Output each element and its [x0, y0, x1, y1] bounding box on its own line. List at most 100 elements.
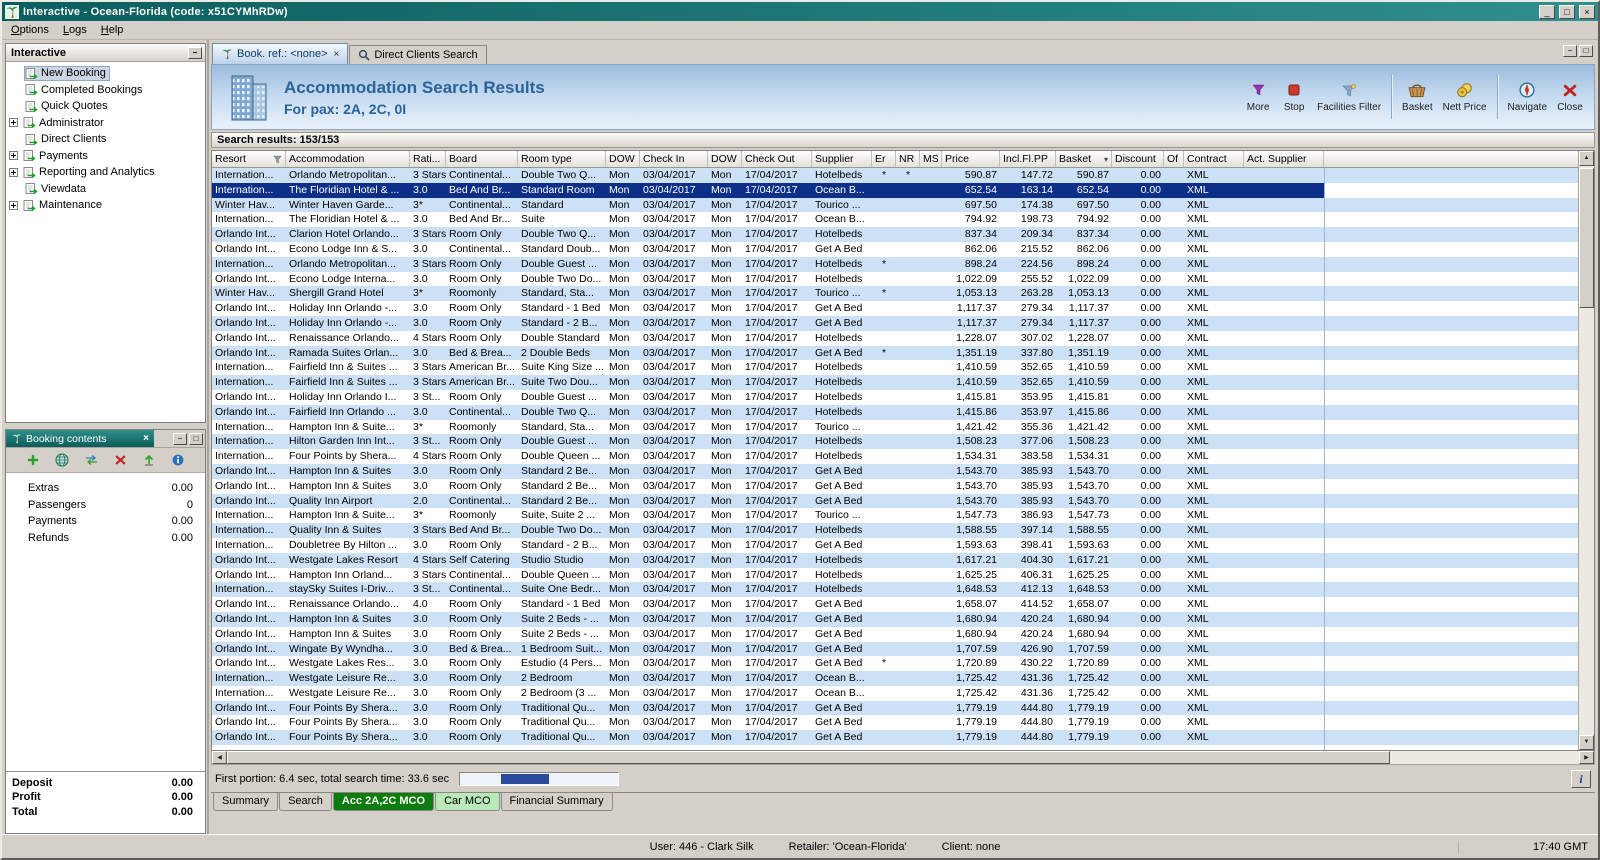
bottom-tab-car-mco[interactable]: Car MCO [435, 793, 500, 811]
close-window-button[interactable]: × [1579, 4, 1595, 19]
sidebar-item-maintenance[interactable]: Maintenance [6, 197, 205, 214]
bottom-tab-financial-summary[interactable]: Financial Summary [500, 793, 613, 811]
table-row[interactable]: Internation... Hampton Inn & Suite... 3* Ro… [212, 419, 1578, 435]
table-row[interactable]: Orlando Int... Clarion Hotel Orlando... 3 … [212, 227, 1578, 242]
table-row[interactable]: Orlando Int... Renaissance Orlando... 4.0 R… [212, 597, 1578, 612]
table-row[interactable]: Internation... Westgate Leisure Re... 3.0 R… [212, 671, 1578, 686]
table-row[interactable]: Orlando Int... Econo Lodge Inn & S... 3.0 C… [212, 241, 1578, 257]
column-header-price[interactable]: Price [942, 151, 1000, 167]
booking-item-payments[interactable]: Payments 0.00 [6, 513, 205, 530]
transfer-button[interactable] [82, 451, 100, 469]
column-header-rating[interactable]: Rati... [410, 151, 446, 167]
table-row[interactable]: Internation... Fairfield Inn & Suites ...… [212, 375, 1578, 390]
horizontal-scrollbar[interactable]: ◀ ▶ [211, 751, 1595, 765]
table-row[interactable]: Orlando Int... Holiday Inn Orlando I... 3 … [212, 389, 1578, 405]
table-row[interactable]: Orlando Int... Westgate Lakes Res... 3.0 Ro… [212, 656, 1578, 672]
sidebar-item-viewdata[interactable]: Viewdata [6, 181, 205, 198]
column-header-supplier[interactable]: Supplier [812, 151, 872, 167]
column-header-of[interactable]: Of [1164, 151, 1184, 167]
table-row[interactable]: Internation... The Floridian Hotel & ... 3… [212, 212, 1578, 228]
menu-logs[interactable]: Logs [56, 22, 94, 38]
expand-icon[interactable] [9, 167, 18, 177]
vertical-scroll-thumb[interactable] [1579, 168, 1594, 308]
table-row[interactable]: Orlando Int... Hampton Inn Orland... 3 Sta… [212, 567, 1578, 583]
tab-close-icon[interactable]: × [334, 49, 340, 60]
table-row[interactable]: Internation... The Floridian Hotel & ... 3… [212, 182, 1578, 198]
table-row[interactable]: Orlando Int... Westgate Lakes Resort 4 Sta… [212, 552, 1578, 568]
table-row[interactable]: Internation... Hilton Garden Inn Int... 3 … [212, 434, 1578, 450]
booking-minimize-button[interactable]: − [173, 432, 187, 445]
horizontal-scroll-thumb[interactable] [227, 751, 1390, 764]
item-info-button[interactable] [169, 451, 187, 469]
sidebar-item-quick-quotes[interactable]: Quick Quotes [6, 98, 205, 115]
info-button[interactable]: i [1571, 770, 1591, 788]
toolbar-button-basket[interactable]: Basket [1397, 77, 1438, 117]
world-button[interactable] [53, 451, 71, 469]
bottom-tab-search[interactable]: Search [279, 793, 332, 811]
table-row[interactable]: Winter Hav... Shergill Grand Hotel 3* Roomo… [212, 286, 1578, 302]
column-header-basket[interactable]: Basket ▾ [1056, 151, 1112, 167]
booking-contents-tab[interactable]: Booking contents × [6, 430, 154, 447]
column-header-discount[interactable]: Discount [1112, 151, 1164, 167]
expand-icon[interactable] [9, 118, 18, 128]
table-row[interactable]: Orlando Int... Renaissance Orlando... 4 St… [212, 330, 1578, 346]
table-row[interactable]: Internation... Four Points by Shera... 4 S… [212, 449, 1578, 464]
sidebar-item-direct-clients[interactable]: Direct Clients [6, 131, 205, 148]
mdi-restore-button[interactable]: □ [1579, 45, 1593, 57]
column-header-resort[interactable]: Resort [212, 151, 286, 167]
column-header-dow_out[interactable]: DOW [708, 151, 742, 167]
column-header-board[interactable]: Board [446, 151, 518, 167]
table-row[interactable]: Orlando Int... Hampton Inn & Suites 3.0 Roo… [212, 626, 1578, 642]
column-header-nr[interactable]: NR [896, 151, 920, 167]
column-header-contract[interactable]: Contract [1184, 151, 1244, 167]
table-row[interactable]: Orlando Int... Wingate By Wyndha... 3.0 Bed… [212, 641, 1578, 657]
booking-restore-button[interactable]: □ [189, 432, 203, 445]
column-header-dow_in[interactable]: DOW [606, 151, 640, 167]
column-header-act_supplier[interactable]: Act. Supplier [1244, 151, 1324, 167]
bottom-tab-summary[interactable]: Summary [213, 793, 279, 811]
delete-item-button[interactable] [111, 451, 129, 469]
expand-icon[interactable] [9, 200, 18, 210]
vertical-scrollbar[interactable]: ▲ ▼ [1578, 151, 1594, 750]
minimize-button[interactable]: _ [1539, 4, 1555, 19]
toolbar-button-more[interactable]: More [1240, 77, 1276, 117]
upload-button[interactable] [140, 451, 158, 469]
sidebar-item-completed-bookings[interactable]: Completed Bookings [6, 82, 205, 99]
column-header-er[interactable]: Er [872, 151, 896, 167]
table-row[interactable]: Orlando Int... Econo Lodge Interna... 3.0 R… [212, 271, 1578, 287]
add-item-button[interactable] [24, 451, 42, 469]
table-row[interactable]: Orlando Int... Four Points By Shera... 3.0… [212, 730, 1578, 746]
vertical-scroll-track[interactable] [1579, 166, 1594, 735]
close-booking-contents-icon[interactable]: × [143, 433, 149, 444]
mdi-minimize-button[interactable]: − [1563, 45, 1577, 57]
scroll-right-button[interactable]: ▶ [1579, 751, 1594, 764]
column-header-incl_fl_pp[interactable]: Incl.Fl.PP [1000, 151, 1056, 167]
column-header-ms[interactable]: MS [920, 151, 942, 167]
table-row[interactable]: Internation... staySky Suites I-Driv... 3 … [212, 582, 1578, 598]
menu-options[interactable]: Options [4, 22, 56, 38]
table-row[interactable]: Orlando Int... Four Points By Shera... 3.0… [212, 715, 1578, 731]
booking-item-passengers[interactable]: Passengers 0 [6, 497, 205, 514]
scroll-left-button[interactable]: ◀ [212, 751, 227, 764]
scroll-up-button[interactable]: ▲ [1579, 151, 1594, 166]
table-row[interactable]: Orlando Int... Hampton Inn & Suites 3.0 Roo… [212, 463, 1578, 479]
column-header-room_type[interactable]: Room type [518, 151, 606, 167]
doc-tab-book-ref-none[interactable]: Book. ref.: <none> × [212, 43, 349, 64]
doc-tab-direct-clients-search[interactable]: Direct Clients Search [349, 45, 487, 64]
table-row[interactable]: Winter Hav... Winter Haven Garde... 3* Cont… [212, 197, 1578, 213]
menu-help[interactable]: Help [94, 22, 131, 38]
table-row[interactable]: Orlando Int... Ramada Suites Orlan... 3.0 B… [212, 345, 1578, 361]
maximize-button[interactable]: □ [1559, 4, 1575, 19]
table-row[interactable]: Orlando Int... Holiday Inn Orlando -... 3.… [212, 301, 1578, 316]
table-row[interactable]: Orlando Int... Holiday Inn Orlando -... 3.… [212, 315, 1578, 331]
table-row[interactable]: Internation... Orlando Metropolitan... 3 S… [212, 168, 1578, 183]
toolbar-button-stop[interactable]: Stop [1276, 77, 1312, 117]
table-row[interactable]: Orlando Int... Fairfield Inn Orlando ... 3… [212, 404, 1578, 420]
booking-item-refunds[interactable]: Refunds 0.00 [6, 530, 205, 547]
table-row[interactable]: Orlando Int... Hampton Inn & Suites 3.0 Roo… [212, 478, 1578, 494]
collapse-panel-button[interactable]: − [188, 46, 202, 59]
bottom-tab-acc-2a-2c-mco[interactable]: Acc 2A,2C MCO [332, 793, 435, 811]
scroll-down-button[interactable]: ▼ [1579, 735, 1594, 750]
table-row[interactable]: Internation... Orlando Metropolitan... 3 S… [212, 256, 1578, 272]
table-row[interactable]: Internation... Hampton Inn & Suite... 3* Ro… [212, 508, 1578, 524]
